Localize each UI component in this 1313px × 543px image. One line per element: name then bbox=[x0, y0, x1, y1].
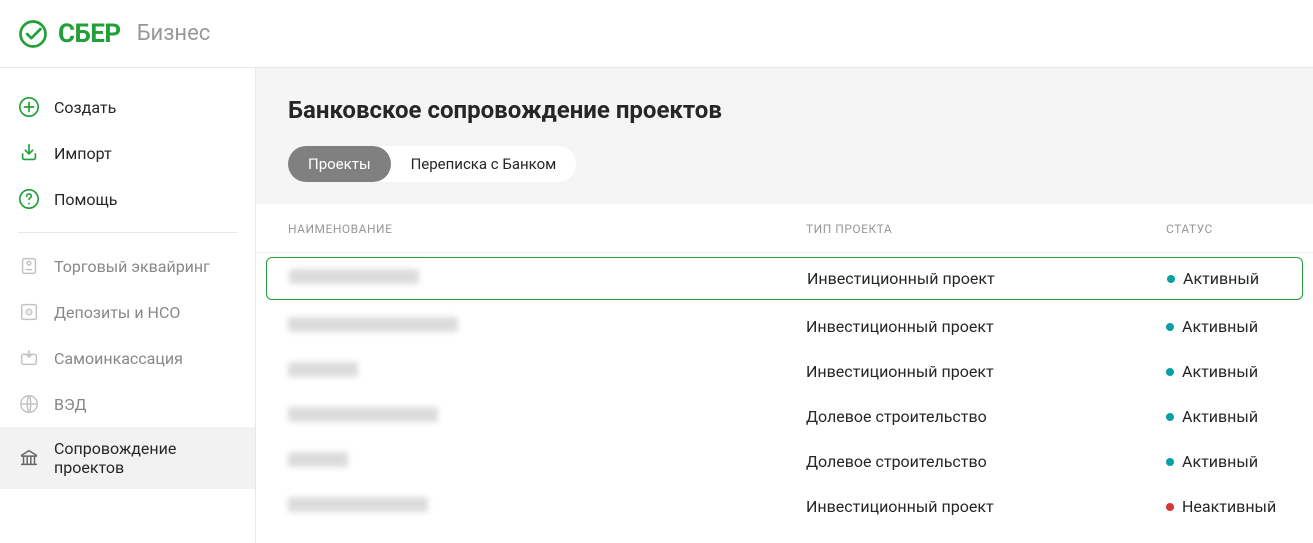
table-row[interactable]: Инвестиционный проект Активный bbox=[266, 257, 1303, 300]
cell-type: Инвестиционный проект bbox=[806, 317, 1166, 336]
cell-type: Инвестиционный проект bbox=[806, 497, 1166, 516]
redacted-name bbox=[288, 317, 458, 332]
money-in-icon bbox=[18, 347, 40, 369]
redacted-name bbox=[288, 407, 438, 422]
import-icon bbox=[18, 142, 40, 164]
sidebar-item-label: Самоинкассация bbox=[54, 349, 183, 368]
status-text: Неактивный bbox=[1182, 497, 1276, 516]
app-header: СБЕР Бизнес bbox=[0, 0, 1313, 68]
brand-logo[interactable]: СБЕР Бизнес bbox=[18, 19, 210, 49]
status-text: Активный bbox=[1182, 452, 1258, 471]
table-row[interactable]: Долевое строительство Активный bbox=[256, 394, 1313, 439]
page-title: Банковское сопровождение проектов bbox=[288, 96, 1281, 124]
status-dot-icon bbox=[1167, 275, 1175, 283]
table-row[interactable]: Инвестиционный проект Активный bbox=[256, 349, 1313, 394]
status-dot-icon bbox=[1166, 458, 1174, 466]
column-header-type: ТИП ПРОЕКТА bbox=[806, 222, 1166, 236]
globe-currency-icon bbox=[18, 393, 40, 415]
cell-status: Активный bbox=[1166, 452, 1281, 471]
status-dot-icon bbox=[1166, 368, 1174, 376]
table-row[interactable]: Долевое строительство Активный bbox=[256, 439, 1313, 484]
sidebar-item-project-support[interactable]: Сопровождение проектов bbox=[0, 427, 255, 489]
status-text: Активный bbox=[1182, 362, 1258, 381]
column-header-name: НАИМЕНОВАНИЕ bbox=[288, 222, 806, 236]
card-terminal-icon bbox=[18, 255, 40, 277]
tabs: Проекты Переписка с Банком bbox=[288, 146, 576, 182]
redacted-name bbox=[288, 497, 428, 512]
main-content: Банковское сопровождение проектов Проект… bbox=[256, 68, 1313, 543]
cell-status: Неактивный bbox=[1166, 497, 1281, 516]
page-header-area: Банковское сопровождение проектов Проект… bbox=[256, 68, 1313, 204]
status-text: Активный bbox=[1183, 269, 1259, 288]
safe-icon bbox=[18, 301, 40, 323]
sidebar-item-deposits[interactable]: Депозиты и НСО bbox=[0, 289, 255, 335]
sidebar-item-label: Импорт bbox=[54, 144, 112, 163]
cell-status: Активный bbox=[1166, 317, 1281, 336]
sidebar-item-foreign-trade[interactable]: ВЭД bbox=[0, 381, 255, 427]
sidebar-item-help[interactable]: Помощь bbox=[0, 176, 255, 222]
cell-type: Инвестиционный проект bbox=[806, 362, 1166, 381]
sidebar-item-label: Депозиты и НСО bbox=[54, 303, 180, 322]
sidebar-divider bbox=[18, 232, 237, 233]
bank-ruble-icon bbox=[18, 447, 40, 469]
cell-status: Активный bbox=[1166, 407, 1281, 426]
brand-suffix: Бизнес bbox=[137, 21, 211, 46]
cell-status: Активный bbox=[1166, 362, 1281, 381]
sidebar-item-import[interactable]: Импорт bbox=[0, 130, 255, 176]
status-dot-icon bbox=[1166, 323, 1174, 331]
column-header-status: СТАТУС bbox=[1166, 222, 1281, 236]
cell-type: Долевое строительство bbox=[806, 407, 1166, 426]
cell-status: Активный bbox=[1167, 269, 1280, 288]
redacted-name bbox=[288, 452, 348, 467]
cell-type: Инвестиционный проект bbox=[807, 269, 1167, 288]
sidebar-item-create[interactable]: Создать bbox=[0, 84, 255, 130]
sidebar-item-label: Создать bbox=[54, 98, 116, 117]
tab-bank-correspondence[interactable]: Переписка с Банком bbox=[391, 146, 577, 182]
sidebar: Создать Импорт Помощь Торговый эквайринг bbox=[0, 68, 256, 543]
sidebar-item-acquiring[interactable]: Торговый эквайринг bbox=[0, 243, 255, 289]
redacted-name bbox=[289, 269, 419, 284]
table-row[interactable]: Инвестиционный проект Неактивный bbox=[256, 484, 1313, 529]
status-text: Активный bbox=[1182, 407, 1258, 426]
status-dot-icon bbox=[1166, 503, 1174, 511]
sidebar-item-label: Сопровождение проектов bbox=[54, 439, 237, 477]
sidebar-item-label: Торговый эквайринг bbox=[54, 257, 210, 276]
table-header: НАИМЕНОВАНИЕ ТИП ПРОЕКТА СТАТУС bbox=[256, 204, 1313, 253]
sber-logo-icon bbox=[18, 19, 48, 49]
sidebar-item-label: ВЭД bbox=[54, 395, 87, 414]
brand-name: СБЕР bbox=[58, 19, 121, 49]
redacted-name bbox=[288, 362, 358, 377]
status-text: Активный bbox=[1182, 317, 1258, 336]
status-dot-icon bbox=[1166, 413, 1174, 421]
plus-circle-icon bbox=[18, 96, 40, 118]
tab-projects[interactable]: Проекты bbox=[288, 146, 391, 182]
cell-type: Долевое строительство bbox=[806, 452, 1166, 471]
sidebar-item-self-collection[interactable]: Самоинкассация bbox=[0, 335, 255, 381]
table-row[interactable]: Инвестиционный проект Активный bbox=[256, 304, 1313, 349]
help-circle-icon bbox=[18, 188, 40, 210]
sidebar-item-label: Помощь bbox=[54, 190, 117, 209]
